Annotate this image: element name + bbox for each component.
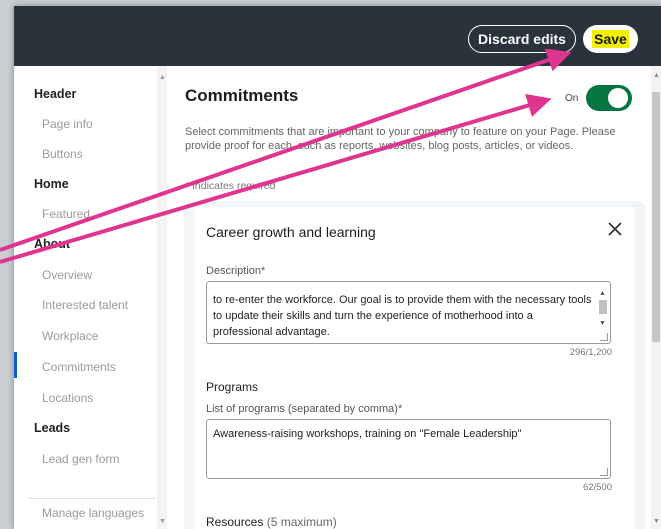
active-item-indicator bbox=[14, 352, 17, 378]
resources-limit-note: (5 maximum) bbox=[266, 515, 337, 529]
scroll-down-icon[interactable]: ▼ bbox=[159, 518, 166, 525]
save-button[interactable]: Save bbox=[583, 25, 638, 53]
edit-page-window: Discard edits Save Header Page info Butt… bbox=[14, 6, 661, 529]
resources-heading: Resources (5 maximum) bbox=[206, 515, 337, 529]
programs-textarea[interactable]: Awareness-raising workshops, training on… bbox=[206, 419, 611, 479]
sidebar-scrollbar[interactable]: ▲ ▼ bbox=[157, 66, 167, 529]
sidebar-section-about: About bbox=[34, 237, 71, 251]
sidebar-section-header: Header bbox=[34, 87, 77, 101]
resize-handle-icon[interactable] bbox=[600, 333, 608, 341]
programs-char-count: 62/500 bbox=[582, 482, 612, 493]
sidebar-item-lead-gen-form[interactable]: Lead gen form bbox=[42, 452, 119, 466]
sidebar-section-home: Home bbox=[34, 177, 69, 191]
programs-heading: Programs bbox=[206, 380, 259, 394]
commitment-card-body: Career growth and learning Description* … bbox=[194, 207, 634, 529]
scroll-up-icon[interactable]: ▲ bbox=[159, 74, 166, 81]
resources-heading-text: Resources bbox=[206, 515, 264, 529]
close-icon[interactable] bbox=[604, 218, 626, 240]
commitment-card: Career growth and learning Description* … bbox=[184, 201, 646, 529]
description-text: to re-enter the workforce. Our goal is t… bbox=[213, 294, 592, 338]
sidebar-item-overview[interactable]: Overview bbox=[42, 268, 92, 282]
scroll-down-icon[interactable]: ▼ bbox=[599, 316, 606, 332]
scroll-thumb[interactable] bbox=[652, 92, 660, 342]
toggle-knob bbox=[608, 88, 628, 108]
sidebar-item-commitments[interactable]: Commitments bbox=[42, 360, 116, 374]
sidebar-item-workplace[interactable]: Workplace bbox=[42, 329, 98, 343]
toggle-state-label: On bbox=[565, 93, 579, 104]
required-note: * Indicates required bbox=[185, 180, 276, 192]
sidebar: Header Page info Buttons Home Featured A… bbox=[14, 66, 167, 529]
sidebar-item-manage-languages[interactable]: Manage languages bbox=[42, 506, 144, 520]
main-scrollbar[interactable]: ▲ ▼ bbox=[651, 66, 661, 529]
discard-edits-button[interactable]: Discard edits bbox=[468, 25, 576, 53]
resize-handle-icon[interactable] bbox=[600, 468, 608, 476]
top-bar: Discard edits Save bbox=[14, 6, 661, 66]
sidebar-item-locations[interactable]: Locations bbox=[42, 391, 93, 405]
page-title: Commitments bbox=[185, 86, 299, 105]
scroll-down-icon[interactable]: ▼ bbox=[653, 518, 660, 525]
sidebar-section-leads: Leads bbox=[34, 421, 71, 435]
description-char-count: 296/1,200 bbox=[569, 347, 612, 358]
sidebar-item-interested-talent[interactable]: Interested talent bbox=[42, 298, 128, 312]
intro-text: Select commitments that are important to… bbox=[185, 126, 616, 152]
sidebar-divider bbox=[28, 498, 155, 499]
sidebar-item-page-info[interactable]: Page info bbox=[42, 117, 93, 131]
programs-label: List of programs (separated by comma)* bbox=[206, 403, 403, 415]
sidebar-item-buttons[interactable]: Buttons bbox=[42, 147, 83, 161]
description-label: Description* bbox=[206, 265, 266, 277]
commitments-toggle[interactable] bbox=[586, 85, 632, 111]
sidebar-item-featured[interactable]: Featured bbox=[42, 207, 90, 221]
scroll-up-icon[interactable]: ▲ bbox=[653, 72, 660, 79]
scroll-thumb[interactable] bbox=[599, 300, 607, 314]
main-panel: Commitments On Select commitments that a… bbox=[167, 66, 661, 529]
programs-text: Awareness-raising workshops, training on… bbox=[213, 428, 522, 440]
save-button-label: Save bbox=[592, 30, 629, 48]
description-textarea[interactable]: to re-enter the workforce. Our goal is t… bbox=[206, 281, 611, 344]
commitment-title: Career growth and learning bbox=[206, 224, 376, 240]
